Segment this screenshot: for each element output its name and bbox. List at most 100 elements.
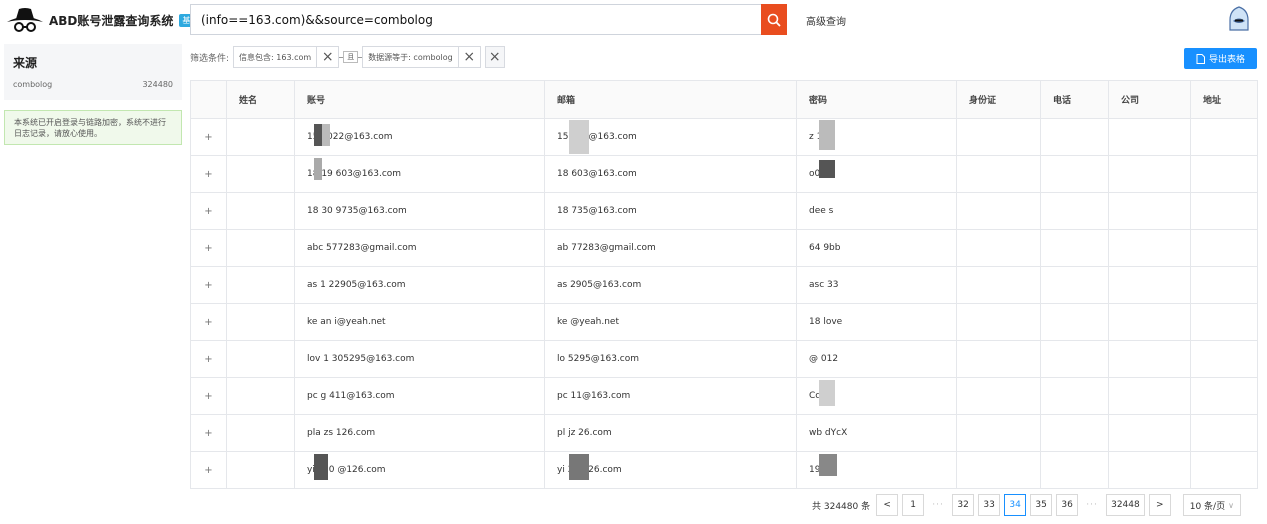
password-cell: wb dYcX (796, 414, 957, 452)
id-card-cell (956, 377, 1041, 415)
account-cell: 18 19 603@163.com (294, 155, 545, 193)
account-cell: as 1 22905@163.com (294, 266, 545, 304)
name-cell (226, 414, 295, 452)
address-cell (1190, 118, 1258, 156)
account-cell: pc g 411@163.com (294, 377, 545, 415)
source-item[interactable]: combolog 324480 (13, 80, 173, 89)
expand-row-button[interactable]: + (190, 229, 227, 267)
id-card-cell (956, 118, 1041, 156)
company-cell (1108, 340, 1191, 378)
app-title: ABD账号泄露查询系统 (49, 13, 174, 28)
email-cell: yi 2@126.com (544, 451, 797, 489)
ellipsis-icon[interactable]: ··· (1082, 500, 1102, 510)
name-cell (226, 451, 295, 489)
export-table-button[interactable]: 导出表格 (1184, 48, 1257, 69)
expand-row-button[interactable]: + (190, 340, 227, 378)
search-icon (767, 13, 781, 27)
filter-connector[interactable]: 且 (339, 51, 363, 63)
company-cell (1108, 118, 1191, 156)
search-button[interactable] (761, 4, 787, 35)
security-notice: 本系统已开启登录与链路加密，系统不进行日志记录，请放心使用。 (4, 110, 182, 145)
table-row: + ke an i@yeah.net ke @yeah.net 18 love (190, 303, 1258, 341)
filter-bar: 筛选条件: 信息包含: 163.com × 且 数据源等于: combolog … (190, 46, 505, 68)
table-row: + lov 1 305295@163.com lo 5295@163.com @ 01… (190, 340, 1258, 378)
table-header: 姓名 账号 邮箱 密码 身份证 电话 公司 地址 (190, 80, 1258, 119)
account-cell: yiy g0 @126.com (294, 451, 545, 489)
email-cell: pl jz 26.com (544, 414, 797, 452)
address-cell (1190, 377, 1258, 415)
user-avatar-icon[interactable] (1227, 6, 1251, 32)
page-button[interactable]: 33 (978, 494, 1001, 516)
expand-row-button[interactable]: + (190, 155, 227, 193)
id-card-cell (956, 451, 1041, 489)
email-cell: 15 022@163.com (544, 118, 797, 156)
account-cell: abc 577283@gmail.com (294, 229, 545, 267)
prev-page-button[interactable]: < (876, 494, 899, 516)
ellipsis-icon[interactable]: ··· (928, 500, 948, 510)
page-button[interactable]: 32 (952, 494, 975, 516)
advanced-search-link[interactable]: 高级查询 (806, 13, 846, 28)
column-header: 邮箱 (544, 80, 797, 119)
password-cell: @ 012 (796, 340, 957, 378)
page-button[interactable]: 1 (902, 494, 925, 516)
app-logo[interactable]: ABD账号泄露查询系统 基础版 (5, 6, 210, 34)
next-page-button[interactable]: > (1148, 494, 1171, 516)
password-cell: asc 33 (796, 266, 957, 304)
name-cell (226, 229, 295, 267)
export-label: 导出表格 (1208, 54, 1245, 64)
email-cell: lo 5295@163.com (544, 340, 797, 378)
email-cell: ke @yeah.net (544, 303, 797, 341)
phone-cell (1040, 192, 1109, 230)
connector-label: 且 (343, 51, 359, 63)
remove-filter-icon[interactable]: × (316, 47, 338, 67)
phone-cell (1040, 377, 1109, 415)
id-card-cell (956, 266, 1041, 304)
expand-row-button[interactable]: + (190, 303, 227, 341)
phone-cell (1040, 340, 1109, 378)
company-cell (1108, 266, 1191, 304)
expand-row-button[interactable]: + (190, 414, 227, 452)
column-header: 公司 (1108, 80, 1191, 119)
phone-cell (1040, 451, 1109, 489)
table-row: + pla zs 126.com pl jz 26.com wb dYcX (190, 414, 1258, 452)
filter-chip-text: 信息包含: 163.com (239, 52, 312, 62)
phone-cell (1040, 118, 1109, 156)
pagination: 共 324480 条 < 1 ··· 32 33 34 35 36 ··· 32… (812, 494, 1241, 516)
page-size-label: 10 条/页 (1189, 501, 1226, 512)
address-cell (1190, 414, 1258, 452)
phone-cell (1040, 155, 1109, 193)
page-button-active[interactable]: 34 (1004, 494, 1027, 516)
id-card-cell (956, 414, 1041, 452)
account-cell: ke an i@yeah.net (294, 303, 545, 341)
page-button[interactable]: 36 (1056, 494, 1079, 516)
phone-cell (1040, 303, 1109, 341)
page-button[interactable]: 35 (1030, 494, 1053, 516)
password-cell: 64 9bb (796, 229, 957, 267)
table-row: +18 30 9735@163.com 18 735@163.com dee s (190, 192, 1258, 230)
name-cell (226, 192, 295, 230)
account-cell: pla zs 126.com (294, 414, 545, 452)
page-button[interactable]: 32448 (1106, 494, 1145, 516)
account-cell: lov 1 305295@163.com (294, 340, 545, 378)
expand-row-button[interactable]: + (190, 451, 227, 489)
filter-chip-text: 数据源等于: combolog (368, 52, 453, 62)
expand-row-button[interactable]: + (190, 377, 227, 415)
company-cell (1108, 229, 1191, 267)
id-card-cell (956, 303, 1041, 341)
company-cell (1108, 377, 1191, 415)
address-cell (1190, 229, 1258, 267)
page-size-select[interactable]: 10 条/页 ∨ (1182, 494, 1241, 516)
remove-filter-icon[interactable]: × (457, 47, 480, 67)
expand-row-button[interactable]: + (190, 266, 227, 304)
phone-cell (1040, 266, 1109, 304)
company-cell (1108, 451, 1191, 489)
company-cell (1108, 155, 1191, 193)
phone-cell (1040, 229, 1109, 267)
expand-row-button[interactable]: + (190, 118, 227, 156)
name-cell (226, 340, 295, 378)
search-input[interactable] (190, 4, 761, 35)
clear-filters-button[interactable]: × (484, 46, 505, 68)
email-cell: as 2905@163.com (544, 266, 797, 304)
expand-row-button[interactable]: + (190, 192, 227, 230)
password-cell: z 123 (796, 118, 957, 156)
